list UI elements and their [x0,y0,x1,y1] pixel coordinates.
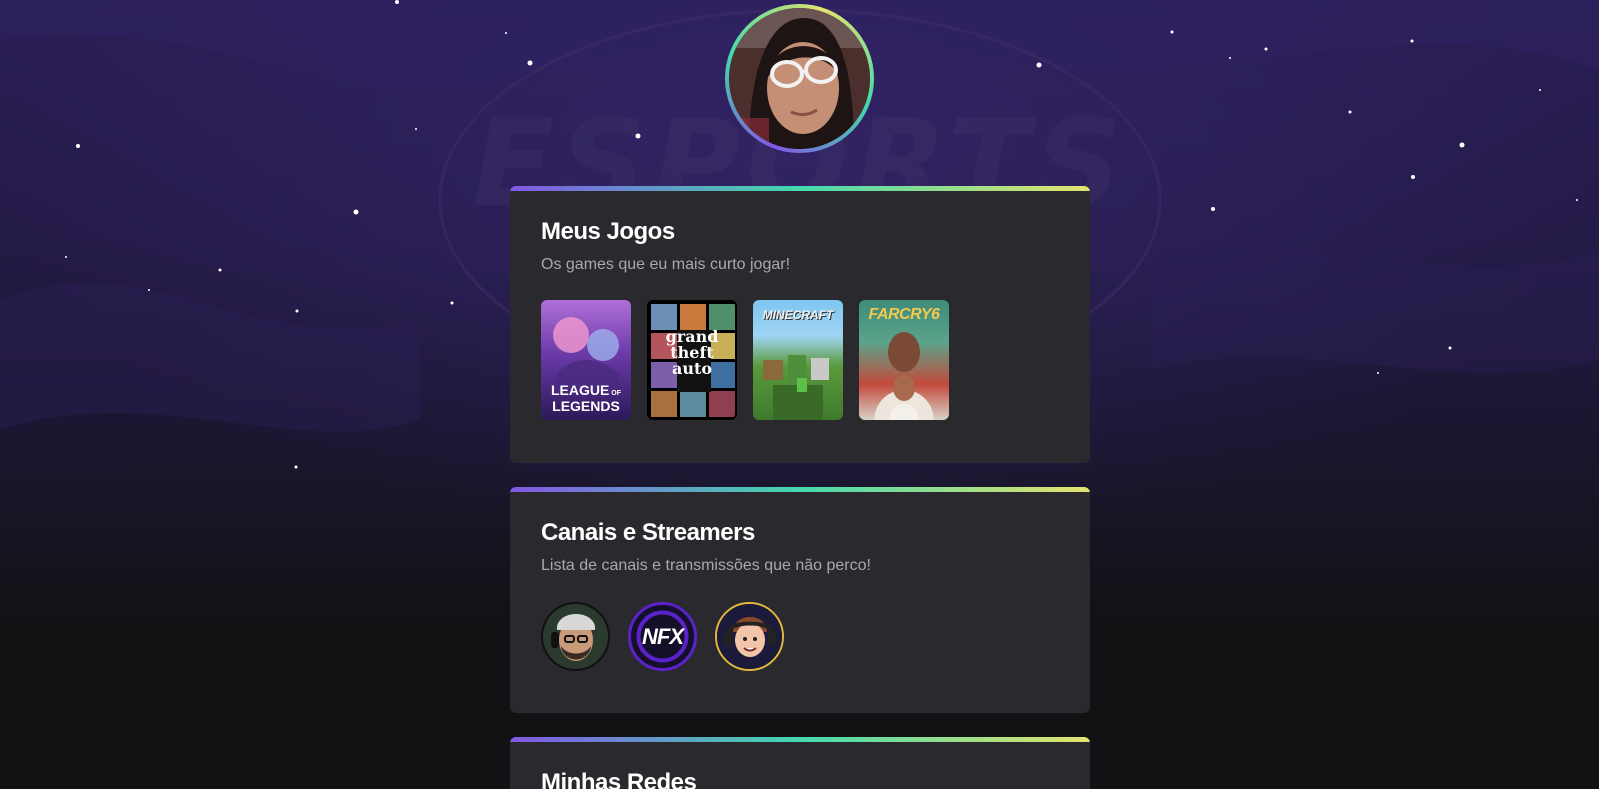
social-title: Minhas Redes [541,769,697,789]
game-minecraft[interactable]: MINECRAFT [753,300,843,420]
game-label-minecraft: MINECRAFT [762,308,834,322]
streamers-subtitle: Lista de canais e transmissões que não p… [541,557,871,574]
games-card: Meus Jogos Os games que eu mais curto jo… [510,186,1090,463]
profile-avatar [725,4,874,153]
streamers-title: Canais e Streamers [541,519,755,546]
cartoon-streamer-icon [717,604,782,669]
bearded-streamer-icon [543,604,608,669]
streamers-list: NFX [541,602,784,671]
game-far-cry-6[interactable]: FARCRY6 [859,300,949,420]
game-label-lol-line2: LEGENDS [552,398,620,414]
social-card: Minhas Redes [510,737,1090,789]
profile-photo-illustration [729,8,870,149]
profile-photo [729,8,870,149]
streamer-avatar-bearded[interactable] [541,602,610,671]
game-label-farcry6: FARCRY6 [868,306,940,323]
game-gta-v[interactable]: grand theft auto [647,300,737,420]
games-title: Meus Jogos [541,218,675,245]
streamer-avatar-cartoon[interactable] [715,602,784,671]
game-label-gta-theft: theft [670,343,714,362]
streamers-card: Canais e Streamers Lista de canais e tra… [510,487,1090,713]
games-list: LEAGUE OF LEGENDS grand theft auto MINEC… [541,300,949,420]
game-label-gta-auto: auto [671,359,713,378]
game-league-of-legends[interactable]: LEAGUE OF LEGENDS [541,300,631,420]
streamer-nfx[interactable]: NFX [628,602,697,671]
nfx-label: NFX [642,624,684,649]
game-label-gta-grand: grand [665,327,719,346]
games-subtitle: Os games que eu mais curto jogar! [541,256,791,273]
